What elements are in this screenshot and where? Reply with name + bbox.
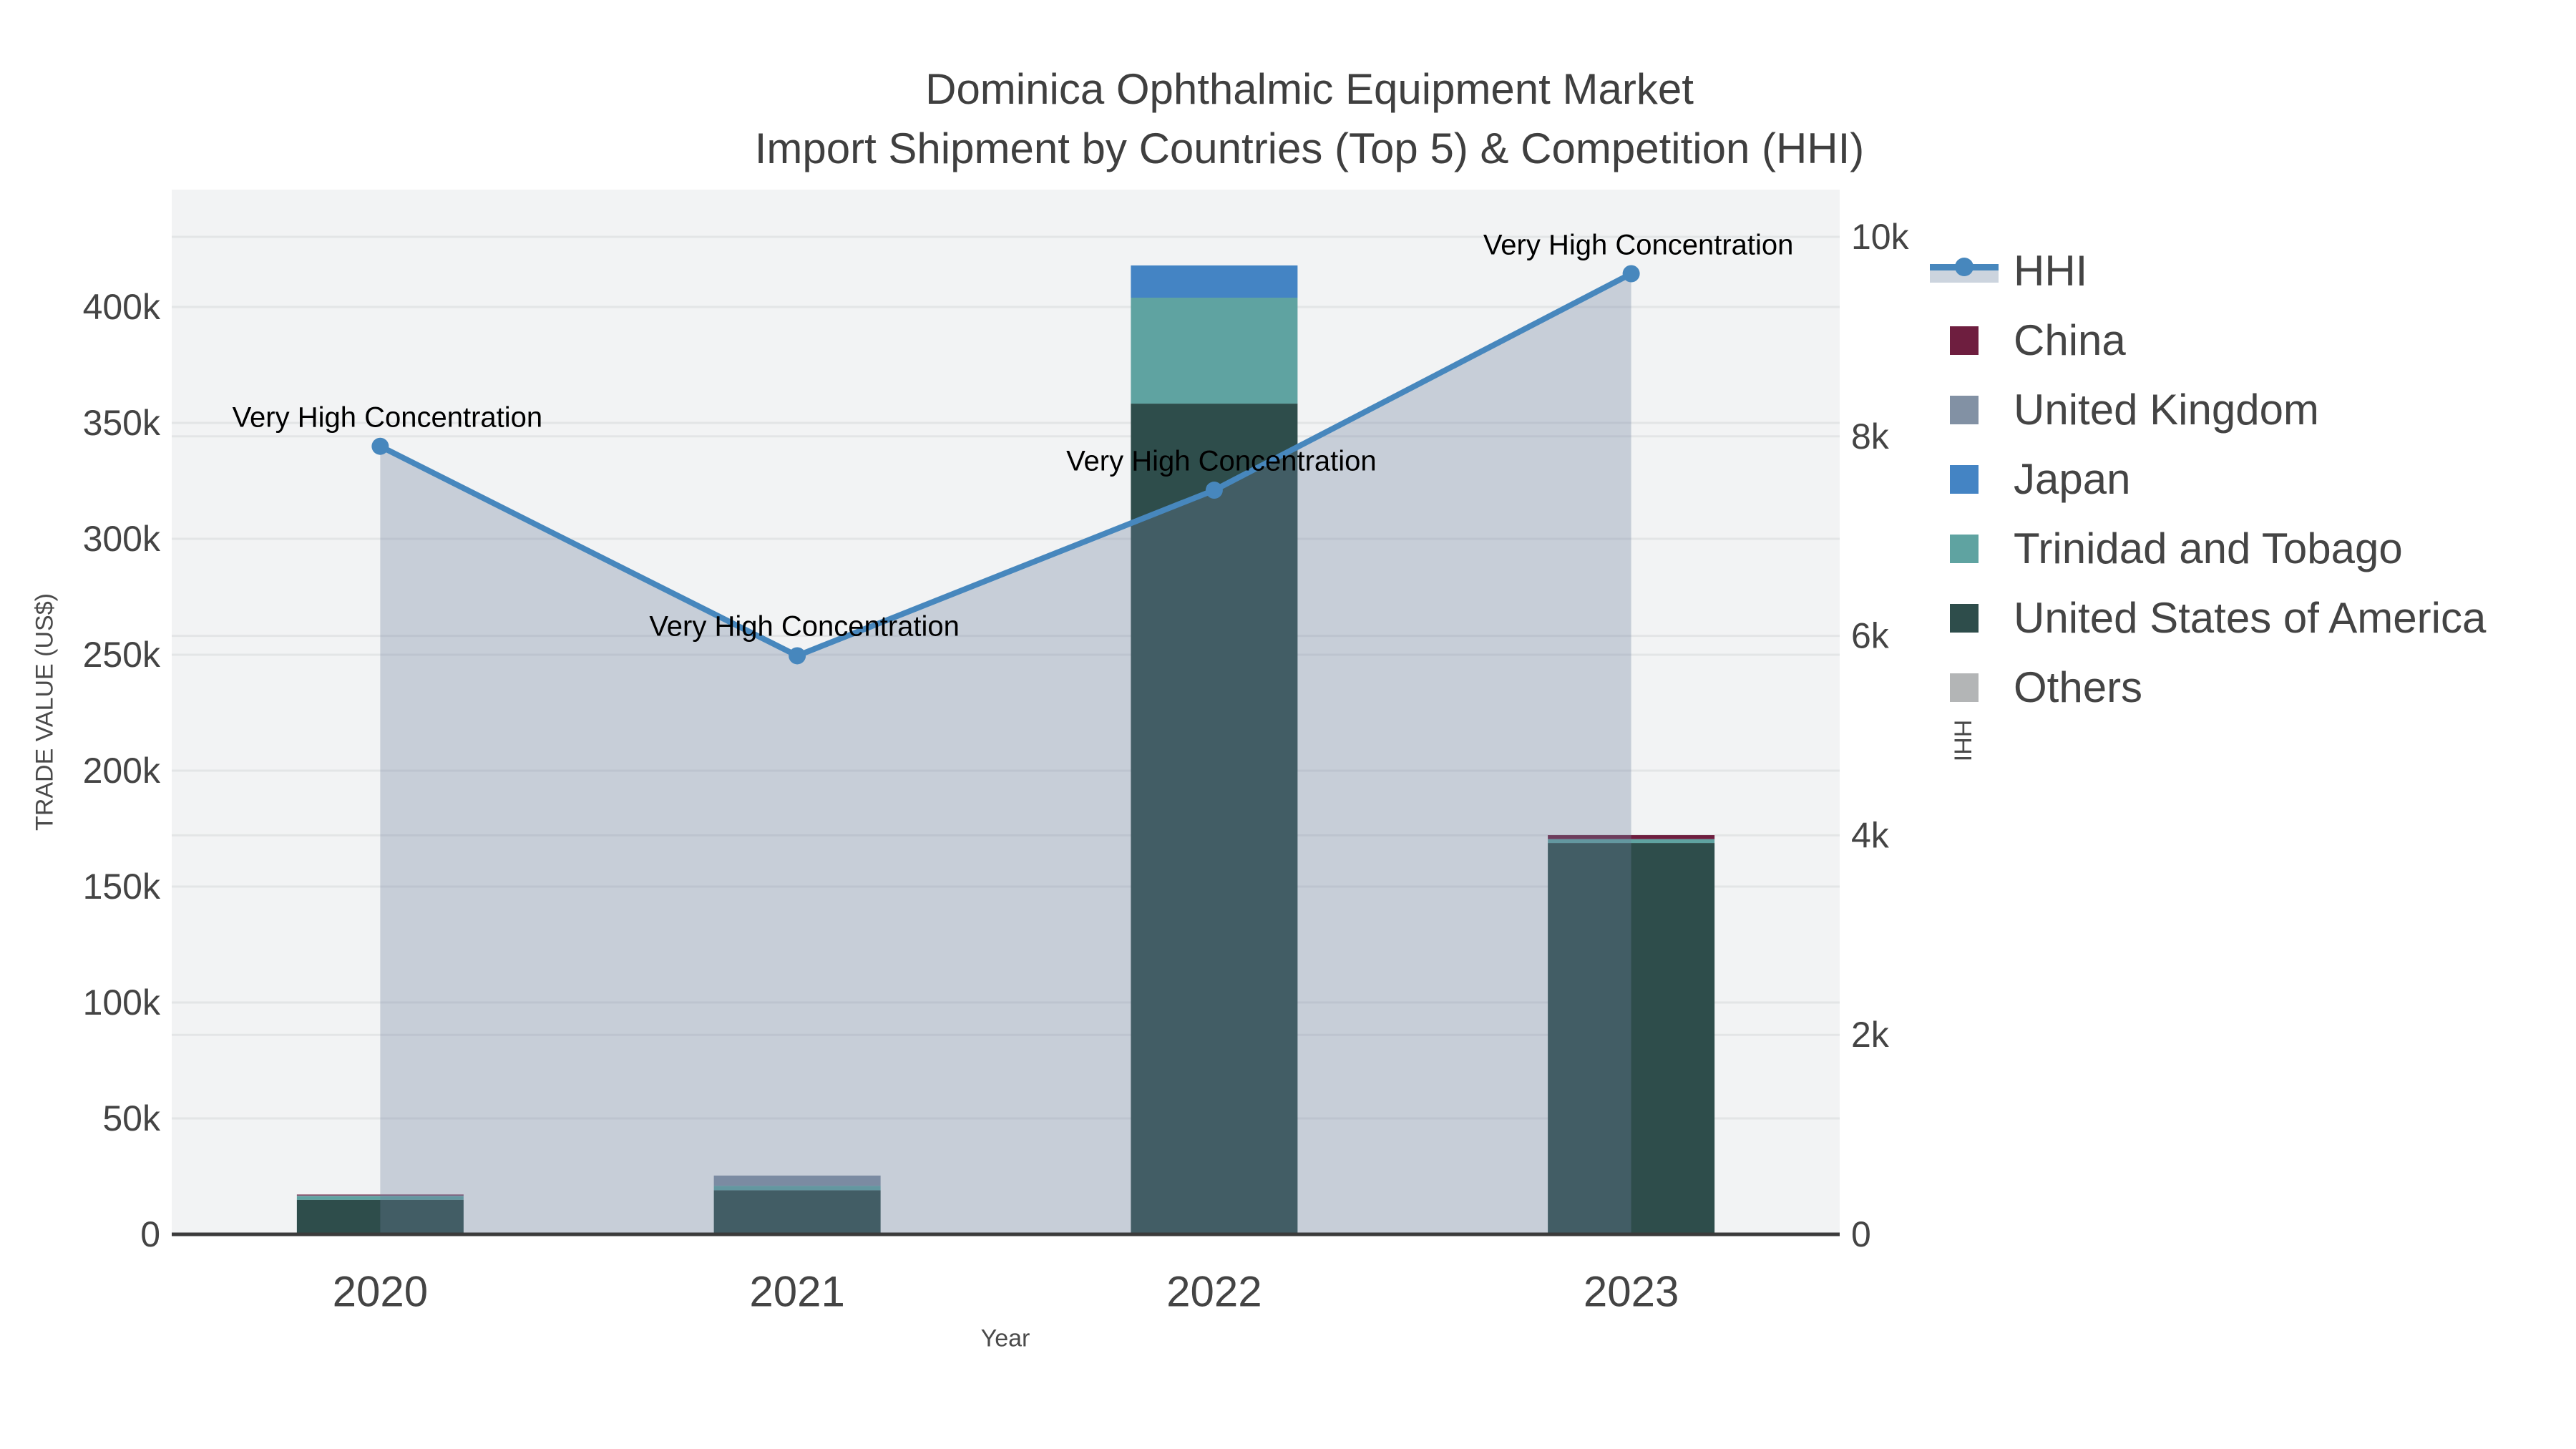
x-tick-2021: 2021: [749, 1268, 844, 1316]
figure: 0 50k 100k 150k 200k 250k 300k 350k 400k 0 2k 4k 6k 8…: [0, 0, 2576, 1449]
y-axis-left-title: TRADE VALUE (US$): [31, 593, 59, 831]
annotation-2023: Very High Concentration: [1483, 229, 1794, 261]
swatch: [1950, 673, 1979, 702]
legend-item-china[interactable]: China: [1925, 306, 2486, 375]
trinidad-and-tobago-swatch-icon: [1925, 534, 2004, 563]
y-left-tick-350k: 350k: [83, 403, 161, 443]
legend-label-united-states-of-america: United States of America: [2014, 594, 2487, 642]
chart-title-line2: Import Shipment by Countries (Top 5) & C…: [754, 125, 1865, 172]
y-right-tick-0: 0: [1851, 1214, 1871, 1254]
bar-segment-2022-japan[interactable]: [1131, 265, 1298, 298]
y-right-tick-4k: 4k: [1851, 815, 1890, 855]
legend-label-japan: Japan: [2014, 455, 2131, 503]
china-swatch-icon: [1925, 326, 2004, 355]
swatch: [1950, 534, 1979, 563]
y-right-tick-2k: 2k: [1851, 1015, 1890, 1055]
y-left-tick-300k: 300k: [83, 519, 161, 559]
y-right-tick-8k: 8k: [1851, 416, 1890, 457]
x-tick-2023: 2023: [1584, 1268, 1679, 1316]
x-axis-title: Year: [980, 1324, 1030, 1352]
y-left-tick-200k: 200k: [83, 751, 161, 791]
y-right-tick-6k: 6k: [1851, 616, 1890, 656]
annotation-2022: Very High Concentration: [1066, 445, 1377, 477]
hhi-marker-2023[interactable]: [1622, 265, 1640, 283]
others-swatch-icon: [1925, 673, 2004, 702]
legend: HHI China United Kingdom Japan Trinidad and …: [1925, 236, 2486, 722]
y-left-tick-150k: 150k: [83, 867, 161, 907]
y-right-tick-10k: 10k: [1851, 217, 1910, 257]
japan-swatch-icon: [1925, 464, 2004, 494]
y-axis-right-title: HHI: [1948, 719, 1976, 762]
y-left-tick-400k: 400k: [83, 287, 161, 327]
chart-title-line1: Dominica Ophthalmic Equipment Market: [925, 65, 1694, 113]
legend-label-china: China: [2014, 316, 2126, 364]
swatch: [1950, 464, 1979, 494]
united-states-of-america-swatch-icon: [1925, 603, 2004, 633]
y-left-tick-100k: 100k: [83, 982, 161, 1023]
x-tick-2020: 2020: [333, 1268, 428, 1316]
annotation-2021: Very High Concentration: [649, 610, 960, 643]
legend-item-united-kingdom[interactable]: United Kingdom: [1925, 375, 2486, 444]
swatch: [1950, 603, 1979, 633]
legend-item-others[interactable]: Others: [1925, 653, 2486, 722]
legend-label-united-kingdom: United Kingdom: [2014, 386, 2319, 434]
legend-label-trinidad-and-tobago: Trinidad and Tobago: [2014, 525, 2403, 572]
hhi-line-icon: [1925, 255, 2004, 287]
y-left-tick-0: 0: [140, 1214, 160, 1254]
hhi-marker-2020[interactable]: [371, 437, 389, 455]
legend-item-japan[interactable]: Japan: [1925, 444, 2486, 514]
swatch: [1950, 326, 1979, 355]
x-tick-2022: 2022: [1166, 1268, 1262, 1316]
legend-label-hhi: HHI: [2014, 247, 2088, 295]
annotation-2020: Very High Concentration: [232, 401, 543, 434]
y-left-tick-250k: 250k: [83, 635, 161, 675]
legend-item-united-states-of-america[interactable]: United States of America: [1925, 583, 2486, 653]
legend-label-others: Others: [2014, 663, 2143, 711]
hhi-symbol-dot: [1955, 257, 1974, 276]
y-left-tick-50k: 50k: [102, 1098, 161, 1138]
legend-item-hhi[interactable]: HHI: [1925, 236, 2486, 306]
swatch: [1950, 395, 1979, 424]
hhi-marker-2022[interactable]: [1205, 482, 1223, 499]
hhi-marker-2021[interactable]: [789, 647, 806, 665]
bar-segment-2022-trinidad-and-tobago[interactable]: [1131, 297, 1298, 404]
chart-canvas: 0 50k 100k 150k 200k 250k 300k 350k 400k 0 2k 4k 6k 8…: [83, 190, 1910, 1316]
united-kingdom-swatch-icon: [1925, 395, 2004, 424]
legend-item-trinidad-and-tobago[interactable]: Trinidad and Tobago: [1925, 514, 2486, 583]
